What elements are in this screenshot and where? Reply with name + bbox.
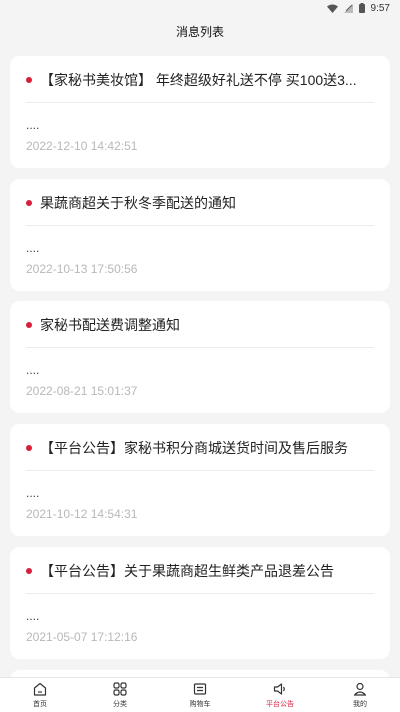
unread-dot — [26, 322, 32, 328]
tab-profile[interactable]: 我的 — [320, 678, 400, 712]
message-title: 果蔬商超关于秋冬季配送的通知 — [40, 195, 236, 211]
home-icon — [33, 682, 47, 696]
signal-icon — [343, 3, 353, 13]
message-summary: .... — [26, 118, 40, 132]
message-time: 2022-12-10 14:42:51 — [26, 139, 138, 153]
message-summary: .... — [26, 241, 40, 255]
message-summary: .... — [26, 609, 40, 623]
divider — [26, 347, 374, 348]
tab-home[interactable]: 首页 — [0, 678, 80, 712]
message-card[interactable]: 【家秘书美妆馆】 年终超级好礼送不停 买100送3... .... 2022-1… — [10, 56, 390, 168]
message-title: 家秘书配送费调整通知 — [40, 317, 180, 333]
message-title: 【平台公告】关于果蔬商超生鲜类产品退差公告 — [40, 563, 334, 579]
message-card[interactable]: 家秘书配送费调整通知 .... 2022-08-21 15:01:37 — [10, 301, 390, 413]
cart-icon — [193, 683, 207, 695]
page-title: 消息列表 — [175, 24, 224, 39]
unread-dot — [26, 200, 32, 206]
unread-dot — [26, 445, 32, 451]
unread-dot — [26, 77, 32, 83]
tab-label: 购物车 — [189, 701, 211, 708]
tab-category[interactable]: 分类 — [80, 678, 160, 712]
message-summary: .... — [26, 486, 40, 500]
message-time: 2021-05-07 17:12:16 — [26, 630, 138, 644]
divider — [26, 470, 374, 471]
divider — [26, 102, 374, 103]
status-time: 9:57 — [370, 2, 390, 14]
message-time: 2022-10-13 17:50:56 — [26, 262, 138, 276]
tab-announcements[interactable]: 平台公告 — [240, 678, 320, 712]
divider — [26, 225, 374, 226]
message-time: 2021-10-12 14:54:31 — [26, 507, 138, 521]
bottom-tab-bar: 首页 分类 购物车 平台公告 我的 — [0, 677, 400, 712]
tab-cart[interactable]: 购物车 — [160, 678, 240, 712]
tab-label: 平台公告 — [266, 701, 294, 708]
message-title: 【家秘书美妆馆】 年终超级好礼送不停 买100送3... — [40, 72, 357, 88]
message-card[interactable]: 【平台公告】家秘书积分商城送货时间及售后服务 .... 2021-10-12 1… — [10, 424, 390, 536]
tab-label: 首页 — [33, 701, 47, 708]
status-bar: 9:57 — [0, 0, 400, 16]
divider — [26, 593, 374, 594]
message-title: 【平台公告】家秘书积分商城送货时间及售后服务 — [40, 440, 348, 456]
wifi-icon — [326, 4, 338, 13]
tab-label: 分类 — [113, 701, 127, 708]
battery-icon — [358, 3, 365, 13]
unread-dot — [26, 568, 32, 574]
message-summary: .... — [26, 363, 40, 377]
megaphone-icon — [273, 683, 285, 695]
user-icon — [353, 682, 367, 696]
message-time: 2022-08-21 15:01:37 — [26, 384, 138, 398]
tab-label: 我的 — [353, 701, 367, 708]
message-card[interactable]: 果蔬商超关于秋冬季配送的通知 .... 2022-10-13 17:50:56 — [10, 179, 390, 291]
message-card[interactable]: 【平台公告】关于果蔬商超生鲜类产品退差公告 .... 2021-05-07 17… — [10, 547, 390, 659]
grid-icon — [113, 682, 127, 696]
